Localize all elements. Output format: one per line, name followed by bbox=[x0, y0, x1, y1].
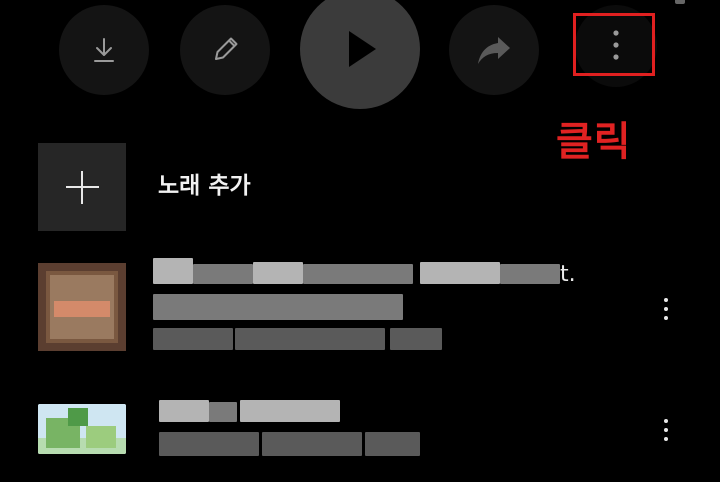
pencil-icon bbox=[215, 37, 238, 60]
plus-icon bbox=[38, 143, 126, 231]
song-menu-button[interactable] bbox=[656, 416, 676, 443]
pixelated-text bbox=[209, 402, 237, 422]
song-title-tail: t. bbox=[560, 262, 576, 287]
play-icon bbox=[349, 31, 376, 67]
download-button[interactable] bbox=[59, 5, 149, 95]
more-vertical-icon bbox=[664, 297, 668, 302]
status-bar-fragment bbox=[675, 0, 685, 4]
song-list-item[interactable]: t. bbox=[0, 258, 720, 354]
album-art bbox=[38, 263, 126, 351]
more-vertical-icon bbox=[613, 30, 619, 60]
pixelated-text bbox=[365, 432, 420, 456]
pixelated-text bbox=[159, 432, 259, 456]
pixelated-text bbox=[159, 400, 209, 422]
share-button[interactable] bbox=[449, 5, 539, 95]
pixelated-text bbox=[303, 264, 413, 284]
add-song-label: 노래 추가 bbox=[158, 173, 251, 199]
song-menu-button[interactable] bbox=[656, 295, 676, 322]
pixelated-text bbox=[193, 264, 253, 284]
download-icon bbox=[94, 38, 114, 62]
pixelated-text bbox=[240, 400, 340, 422]
share-icon bbox=[478, 37, 510, 64]
pixelated-text bbox=[253, 262, 303, 284]
play-button[interactable] bbox=[300, 0, 420, 109]
click-annotation-label: 클릭 bbox=[556, 119, 632, 165]
edit-button[interactable] bbox=[180, 5, 270, 95]
song-list-item[interactable] bbox=[0, 400, 720, 464]
pixelated-text bbox=[390, 328, 442, 350]
album-art bbox=[38, 404, 126, 454]
pixelated-text bbox=[235, 328, 385, 350]
add-song-row[interactable]: 노래 추가 bbox=[38, 143, 438, 231]
pixelated-text bbox=[420, 262, 500, 284]
pixelated-text bbox=[153, 258, 193, 284]
pixelated-text bbox=[153, 294, 403, 320]
pixelated-text bbox=[262, 432, 362, 456]
pixelated-text bbox=[153, 328, 233, 350]
more-options-button[interactable] bbox=[575, 5, 657, 87]
pixelated-text bbox=[500, 264, 560, 284]
more-vertical-icon bbox=[664, 418, 668, 423]
status-bar-fragment bbox=[555, 0, 595, 4]
